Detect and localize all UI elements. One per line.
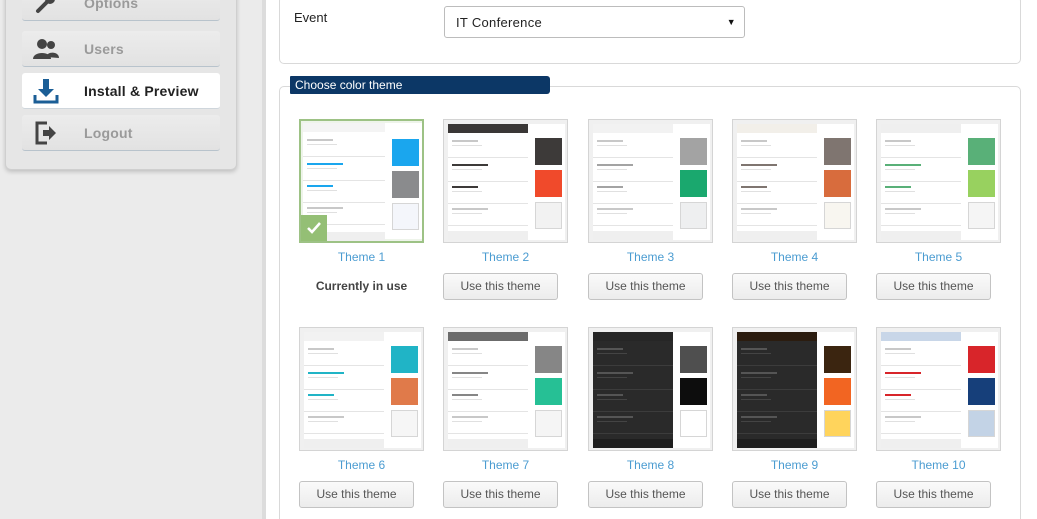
chevron-down-icon: ▼ [726, 17, 736, 27]
theme-preview-5[interactable] [876, 119, 1001, 243]
color-swatch [391, 410, 418, 437]
color-swatch [535, 378, 562, 405]
color-swatch [968, 138, 995, 165]
use-theme-button[interactable]: Use this theme [876, 273, 991, 300]
theme-name[interactable]: Theme 4 [732, 250, 857, 264]
theme-preview-screenshot [593, 332, 673, 448]
theme-preview-screenshot [881, 124, 961, 240]
theme-name[interactable]: Theme 3 [588, 250, 713, 264]
color-swatch [680, 138, 707, 165]
use-theme-button[interactable]: Use this theme [732, 273, 847, 300]
theme-preview-7[interactable] [443, 327, 568, 451]
event-label: Event [294, 10, 328, 25]
color-swatch [392, 203, 419, 230]
sidebar-item-label: Logout [84, 124, 133, 141]
color-swatch [535, 170, 562, 197]
color-swatch [824, 170, 851, 197]
theme-preview-screenshot [737, 332, 817, 448]
color-swatch [535, 410, 562, 437]
color-swatch [968, 410, 995, 437]
color-swatch [535, 138, 562, 165]
theme-panel-heading: Choose color theme [290, 76, 550, 94]
theme-name[interactable]: Theme 7 [443, 458, 568, 472]
color-swatch [824, 346, 851, 373]
theme-preview-8[interactable] [588, 327, 713, 451]
color-swatch [968, 346, 995, 373]
color-swatch [824, 378, 851, 405]
theme-preview-screenshot [881, 332, 961, 448]
sidebar-item-logout[interactable]: Logout [22, 115, 220, 151]
event-select-value: IT Conference [456, 14, 543, 30]
color-swatch [680, 410, 707, 437]
color-swatch [680, 202, 707, 229]
color-swatch [824, 138, 851, 165]
color-swatch [391, 378, 418, 405]
color-swatch [968, 378, 995, 405]
use-theme-button[interactable]: Use this theme [588, 481, 703, 508]
theme-preview-screenshot [304, 332, 384, 448]
sidebar-item-label: Options [84, 0, 139, 11]
color-swatch [391, 346, 418, 373]
color-swatch [824, 410, 851, 437]
sidebar-item-label: Install & Preview [84, 82, 199, 99]
currently-in-use-label: Currently in use [315, 279, 408, 293]
color-swatch [680, 170, 707, 197]
color-swatch [968, 202, 995, 229]
theme-preview-4[interactable] [732, 119, 857, 243]
theme-name[interactable]: Theme 9 [732, 458, 857, 472]
theme-preview-1[interactable] [299, 119, 424, 243]
theme-name[interactable]: Theme 6 [299, 458, 424, 472]
theme-preview-3[interactable] [588, 119, 713, 243]
theme-preview-screenshot [737, 124, 817, 240]
use-theme-button[interactable]: Use this theme [299, 481, 414, 508]
color-swatch [680, 378, 707, 405]
sidebar-item-users[interactable]: Users [22, 31, 220, 67]
theme-preview-9[interactable] [732, 327, 857, 451]
color-swatch [392, 171, 419, 198]
theme-preview-10[interactable] [876, 327, 1001, 451]
use-theme-button[interactable]: Use this theme [732, 481, 847, 508]
download-icon [32, 78, 60, 104]
theme-preview-6[interactable] [299, 327, 424, 451]
theme-preview-screenshot [448, 332, 528, 448]
sidebar-divider [262, 0, 266, 519]
theme-preview-screenshot [448, 124, 528, 240]
color-swatch [824, 202, 851, 229]
sidebar-item-label: Users [84, 40, 124, 57]
use-theme-button[interactable]: Use this theme [876, 481, 991, 508]
color-swatch [968, 170, 995, 197]
use-theme-button[interactable]: Use this theme [443, 273, 558, 300]
theme-name[interactable]: Theme 10 [876, 458, 1001, 472]
sidebar-nav: Options Users Install & Preview Logout [5, 0, 237, 170]
users-icon [32, 36, 60, 62]
page: Options Users Install & Preview Logout E… [0, 0, 1037, 519]
color-swatch [535, 202, 562, 229]
wrench-icon [32, 0, 60, 16]
use-theme-button[interactable]: Use this theme [588, 273, 703, 300]
checkmark-icon [301, 215, 327, 241]
use-theme-button[interactable]: Use this theme [443, 481, 558, 508]
logout-icon [32, 120, 60, 146]
color-swatch [392, 139, 419, 166]
theme-name[interactable]: Theme 2 [443, 250, 568, 264]
theme-name[interactable]: Theme 8 [588, 458, 713, 472]
event-select[interactable]: IT Conference ▼ [444, 6, 745, 38]
color-swatch [680, 346, 707, 373]
theme-name[interactable]: Theme 1 [299, 250, 424, 264]
theme-preview-screenshot [593, 124, 673, 240]
theme-preview-2[interactable] [443, 119, 568, 243]
sidebar-item-options[interactable]: Options [22, 0, 220, 21]
sidebar-item-install-preview[interactable]: Install & Preview [22, 73, 220, 109]
theme-name[interactable]: Theme 5 [876, 250, 1001, 264]
color-swatch [535, 346, 562, 373]
